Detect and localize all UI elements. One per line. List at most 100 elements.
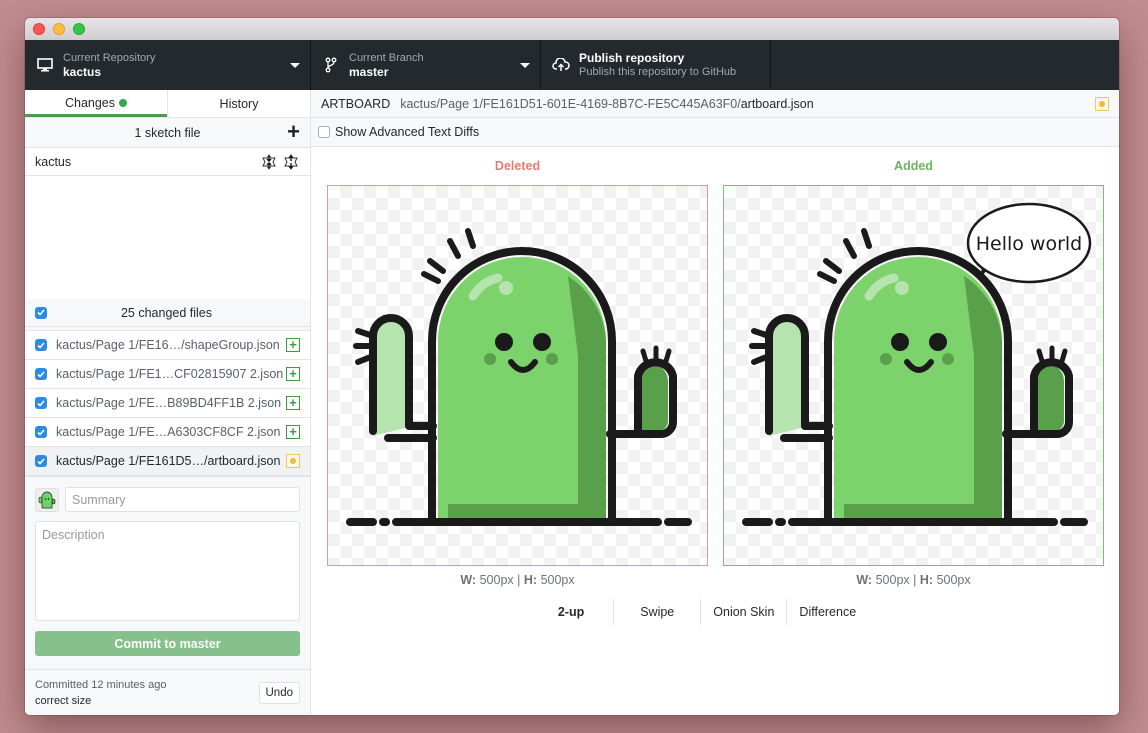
cactus-left-arm: [373, 318, 433, 436]
add-sketch-file-button[interactable]: +: [287, 121, 300, 143]
file-path: kactus/Page 1/FE16…/shapeGroup.json: [56, 338, 280, 352]
deleted-dimensions: W: 500px | H: 500px: [460, 573, 575, 587]
modified-status-icon: [286, 454, 300, 468]
added-label: Added: [894, 159, 933, 173]
title-bar: [25, 18, 1119, 40]
file-path: kactus/Page 1/FE1…CF02815907 2.json: [56, 367, 284, 381]
sidebar-tabs: Changes History: [25, 90, 310, 118]
avatar: [35, 487, 59, 512]
file-path: kactus/Page 1/FE161D5…/artboard.json: [56, 454, 281, 468]
commit-button-prefix: Commit to: [114, 636, 180, 651]
deleted-image-frame: [327, 185, 708, 566]
repository-label: Current Repository: [63, 52, 156, 64]
undo-button[interactable]: Undo: [258, 681, 300, 704]
advanced-diffs-bar: Show Advanced Text Diffs: [311, 118, 1119, 147]
file-path: kactus/Page 1/FE…A6303CF8CF 2.json: [56, 425, 281, 439]
file-checkbox[interactable]: [35, 426, 47, 438]
publish-subtitle: Publish this repository to GitHub: [579, 66, 737, 78]
changed-file-row[interactable]: kactus/Page 1/FE…B89BD4FF1B 2.json +: [25, 389, 310, 418]
branch-label: Current Branch: [349, 52, 424, 64]
last-commit-panel: Committed 12 minutes ago correct size Un…: [25, 669, 310, 715]
mode-difference[interactable]: Difference: [786, 599, 868, 625]
desktop-icon: [35, 58, 55, 72]
sketch-file-name: kactus: [35, 154, 72, 169]
cactus-eye: [495, 333, 513, 351]
changed-file-row-selected[interactable]: kactus/Page 1/FE161D5…/artboard.json: [25, 447, 310, 476]
changed-file-row[interactable]: kactus/Page 1/FE16…/shapeGroup.json +: [25, 331, 310, 360]
summary-placeholder: Summary: [72, 492, 126, 507]
sidebar: Changes History 1 sketch file + kactus 2…: [25, 90, 311, 715]
added-status-icon: +: [286, 396, 300, 410]
commit-button-branch: master: [179, 636, 221, 651]
file-checkbox[interactable]: [35, 397, 47, 409]
added-status-icon: +: [286, 425, 300, 439]
import-icon[interactable]: [260, 153, 278, 170]
toolbar: Current Repository kactus Current Branch…: [25, 40, 1119, 90]
file-path-bar: ARTBOARD kactus/Page 1/FE161D51-601E-416…: [311, 90, 1119, 118]
repository-name: kactus: [63, 65, 102, 79]
tab-history[interactable]: History: [167, 90, 310, 117]
sketch-files-header: 1 sketch file +: [25, 118, 310, 148]
tab-changes[interactable]: Changes: [25, 90, 167, 117]
speech-bubble: Hello world: [966, 202, 1092, 284]
file-path-dir: kactus/Page 1/FE161D51-601E-4169-8B7C-FE…: [400, 96, 741, 111]
cloud-upload-icon: [551, 58, 571, 72]
cactus-eye: [929, 333, 947, 351]
changed-file-row[interactable]: kactus/Page 1/FE…A6303CF8CF 2.json +: [25, 418, 310, 447]
publish-title: Publish repository: [579, 51, 685, 65]
cactus-image-deleted: [346, 228, 692, 526]
speech-bubble-text: Hello world: [976, 233, 1083, 255]
file-checkbox[interactable]: [35, 455, 47, 467]
app-window: Current Repository kactus Current Branch…: [25, 18, 1119, 715]
summary-input[interactable]: Summary: [65, 487, 300, 512]
tab-changes-label: Changes: [64, 96, 116, 110]
description-placeholder: Description: [42, 528, 105, 542]
advanced-diffs-label[interactable]: Show Advanced Text Diffs: [335, 125, 479, 139]
last-commit-message: correct size: [35, 694, 92, 707]
export-icon[interactable]: [282, 153, 300, 170]
changed-file-row[interactable]: kactus/Page 1/FE1…CF02815907 2.json +: [25, 360, 310, 389]
added-image-frame: Hello world: [723, 185, 1104, 566]
current-repository-dropdown[interactable]: Current Repository kactus: [25, 40, 311, 90]
file-checkbox[interactable]: [35, 368, 47, 380]
chevron-down-icon: [290, 63, 300, 68]
added-panel: Added Hello world W: 500px | H: 500px: [723, 147, 1104, 587]
branch-name: master: [349, 65, 389, 79]
added-status-icon: +: [286, 338, 300, 352]
changed-files-count: 25 changed files: [120, 305, 213, 320]
file-checkbox[interactable]: [35, 339, 47, 351]
publish-repository-button[interactable]: Publish repository Publish this reposito…: [541, 40, 771, 90]
changes-indicator-dot: [119, 99, 128, 107]
diff-mode-selector: 2-up Swipe Onion Skin Difference: [311, 599, 1119, 625]
sketch-files-list-empty: [25, 176, 310, 299]
commit-button[interactable]: Commit to master: [35, 631, 300, 656]
file-path-name: artboard.json: [740, 96, 814, 111]
cactus-image-added: Hello world: [742, 202, 1092, 526]
cactus-left-arm: [769, 318, 829, 436]
select-all-checkbox[interactable]: [35, 306, 47, 319]
git-branch-icon: [321, 57, 341, 73]
modified-status-icon: [1095, 97, 1109, 111]
description-input[interactable]: Description: [35, 521, 300, 621]
file-type-label: ARTBOARD: [321, 96, 391, 111]
sketch-files-count: 1 sketch file: [134, 125, 201, 140]
diff-view: ARTBOARD kactus/Page 1/FE161D51-601E-416…: [311, 90, 1119, 715]
added-dimensions: W: 500px | H: 500px: [856, 573, 971, 587]
mode-swipe[interactable]: Swipe: [613, 599, 700, 625]
current-branch-dropdown[interactable]: Current Branch master: [311, 40, 541, 90]
last-commit-time: Committed 12 minutes ago: [35, 678, 167, 691]
deleted-label: Deleted: [494, 159, 541, 173]
sketch-file-item[interactable]: kactus: [25, 148, 310, 176]
deleted-panel: Deleted W: 500px | H: 500px: [327, 147, 708, 587]
changed-files-header: 25 changed files: [25, 299, 310, 327]
minimize-window-button[interactable]: [53, 23, 65, 35]
cactus-eye: [533, 333, 551, 351]
chevron-down-icon: [520, 63, 530, 68]
mode-onion-skin[interactable]: Onion Skin: [700, 599, 786, 625]
advanced-diffs-checkbox[interactable]: [318, 126, 330, 138]
tab-history-label: History: [219, 96, 259, 111]
zoom-window-button[interactable]: [73, 23, 85, 35]
mode-2up[interactable]: 2-up: [546, 599, 613, 625]
close-window-button[interactable]: [33, 23, 45, 35]
added-status-icon: +: [286, 367, 300, 381]
